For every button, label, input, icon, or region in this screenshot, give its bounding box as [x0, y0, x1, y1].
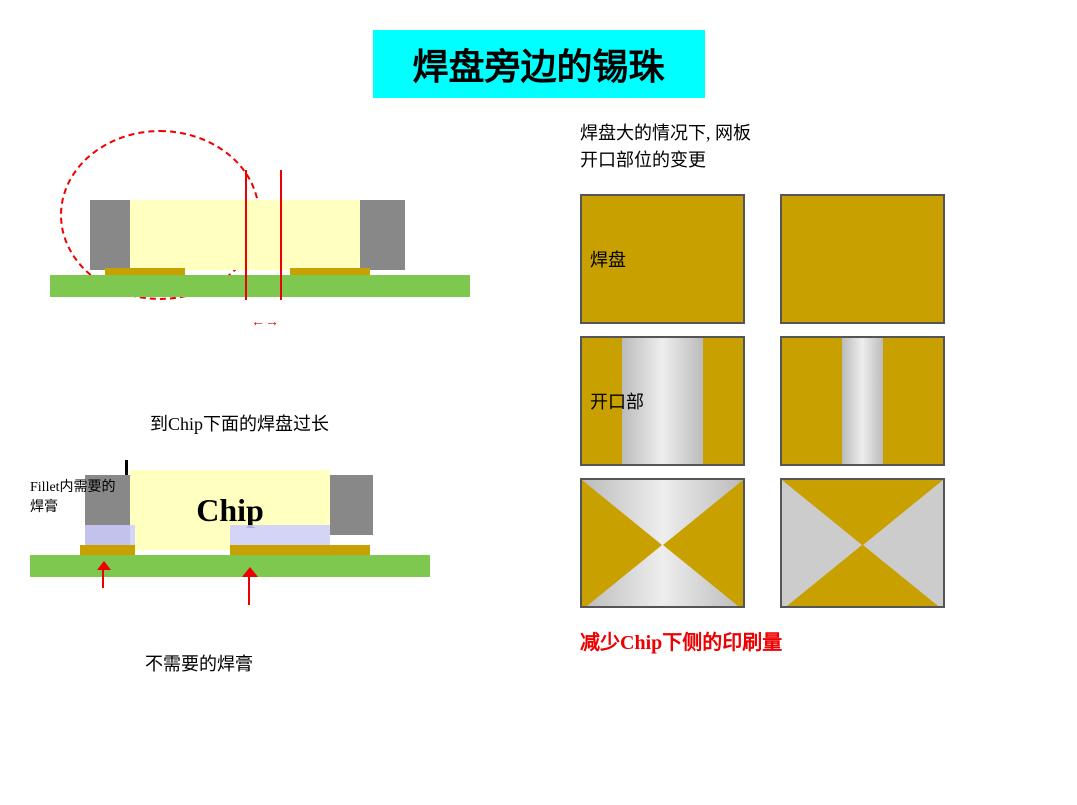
grid-container: 焊盘 开口部 [580, 194, 960, 608]
open-right-strip-right [883, 338, 943, 464]
open-strip-right [703, 338, 743, 464]
chip-terminal-right [360, 200, 405, 270]
tri-right-silver [863, 480, 943, 608]
bottom-diagram: Chip [30, 420, 490, 620]
left-section: 到Chip下面的焊盘过长 [30, 120, 490, 340]
grid-cell-pad-left: 焊盘 [580, 194, 745, 324]
right-caption: 减少Chip下侧的印刷量 [580, 626, 1040, 655]
red-line-right [280, 170, 282, 300]
grid-cell-open-left: 开口部 [580, 336, 745, 466]
red-arrow-bottom [248, 575, 250, 605]
dim-arrow [240, 315, 290, 331]
page-title: 焊盘旁边的锡珠 [372, 30, 704, 98]
tri-right-gold [663, 480, 743, 608]
tri-left-silver [782, 480, 862, 608]
red-line-left [245, 170, 247, 300]
chip-terminal-left [90, 200, 135, 270]
right-desc-line1: 焊盘大的情况下, 网板 [580, 123, 751, 143]
grid-cell-diamond-right [780, 478, 945, 608]
right-description: 焊盘大的情况下, 网板 开口部位的变更 [580, 120, 1040, 174]
chip-terminal-right-bottom [328, 475, 373, 535]
grid-cell-diamond-left [580, 478, 745, 608]
pcb-board-top [50, 275, 470, 297]
pad-label: 焊盘 [590, 246, 626, 272]
chip-label: Chip [196, 492, 264, 529]
solder-right [230, 525, 330, 547]
caption-bottom: 不需要的焊膏 [145, 650, 253, 676]
label-fillet: Fillet内需要的 焊膏 [30, 478, 116, 517]
right-desc-line2: 开口部位的变更 [580, 150, 706, 170]
solder-left [85, 525, 135, 547]
pcb-board-bottom [30, 555, 430, 577]
open-right-strip-left [782, 338, 842, 464]
grid-cell-pad-right [780, 194, 945, 324]
open-label: 开口部 [590, 388, 644, 414]
top-diagram [50, 120, 470, 340]
red-arrow-left [102, 568, 104, 588]
grid-cell-open-right [780, 336, 945, 466]
right-section: 焊盘大的情况下, 网板 开口部位的变更 焊盘 开口部 [580, 120, 1040, 655]
tri-left-gold [582, 480, 662, 608]
open-right-center [842, 338, 883, 464]
